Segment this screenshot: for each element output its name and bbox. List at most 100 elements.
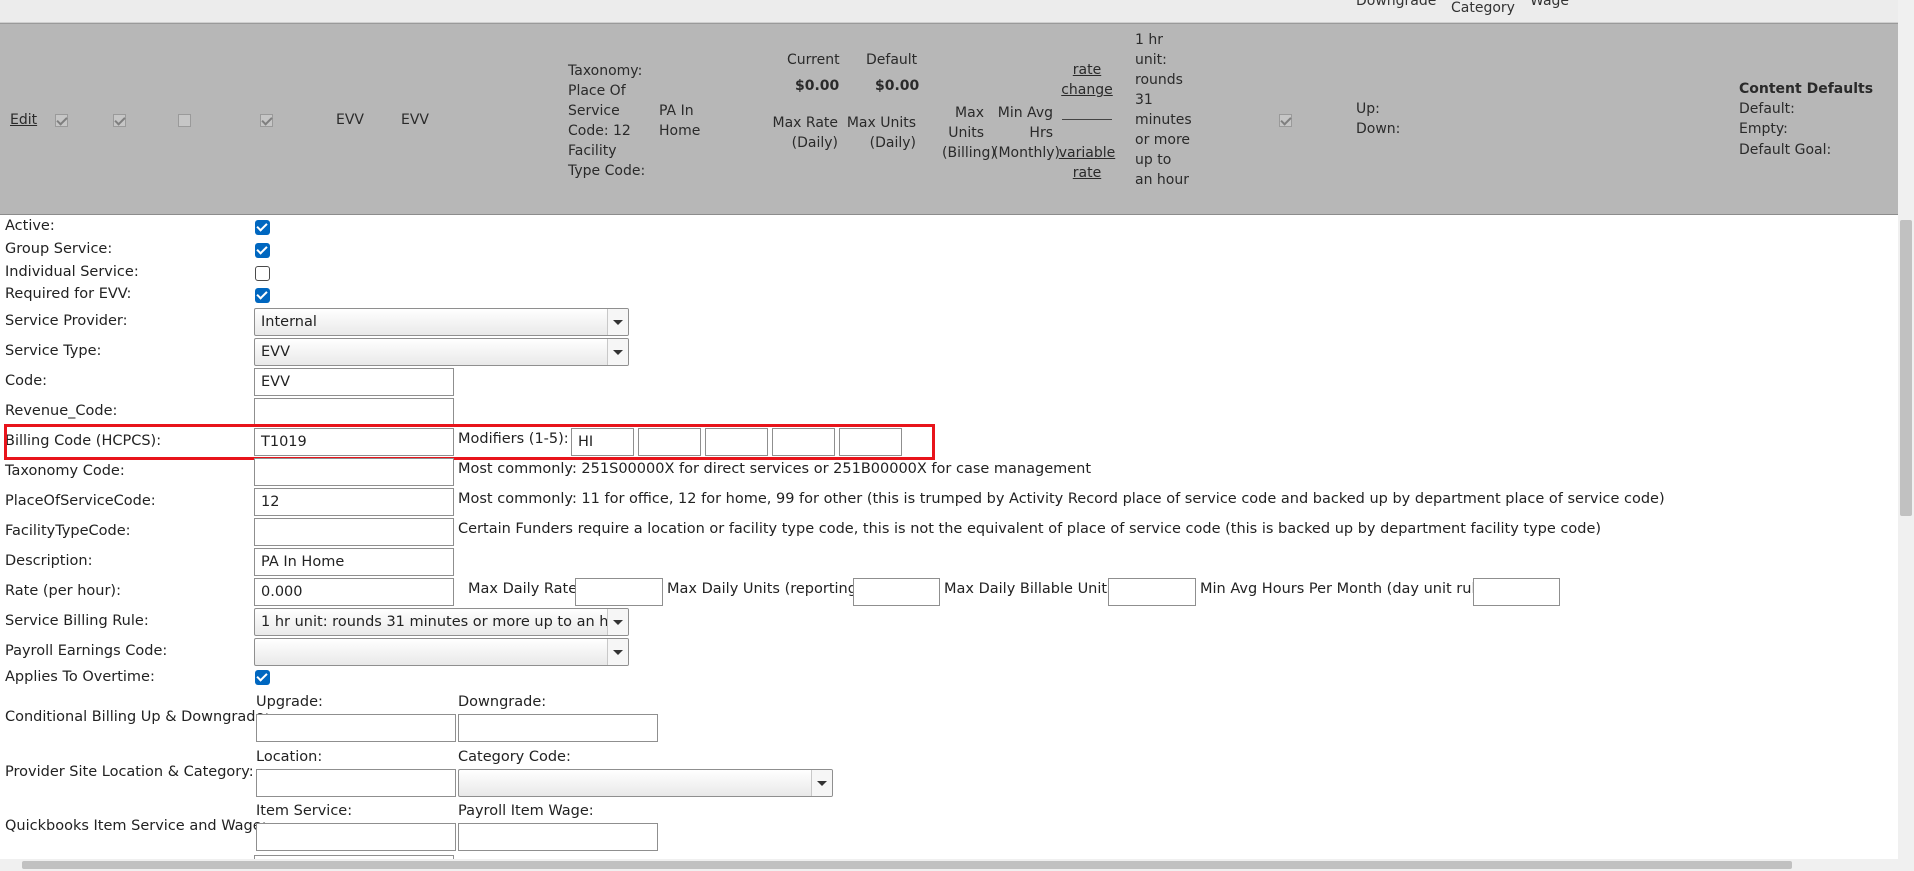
billing-code-highlight-box — [4, 424, 935, 460]
min-avg-hours-label: Min Avg Hours Per Month (day unit rule): — [1200, 581, 1495, 597]
downgrade-input[interactable] — [458, 714, 658, 742]
max-daily-units-input[interactable] — [853, 578, 940, 606]
rate-label: Rate (per hour): — [5, 583, 121, 599]
summary-taxonomy-block: Taxonomy: Place Of Service Code: 12 Faci… — [568, 63, 646, 179]
upgrade-input[interactable] — [256, 714, 456, 742]
group-service-label: Group Service: — [5, 241, 113, 257]
item-service-input[interactable] — [256, 823, 456, 851]
payroll-earnings-label: Payroll Earnings Code: — [5, 643, 168, 659]
payroll-item-wage-label: Payroll Item Wage: — [458, 803, 594, 819]
service-summary-row: Edit EVV EVV Taxonomy: Place Of Service … — [0, 23, 1898, 215]
current-rate-label: Current — [787, 52, 840, 68]
summary-active-checkbox — [55, 114, 68, 127]
description-label: Description: — [5, 553, 93, 569]
place-of-service-input[interactable]: 12 — [254, 488, 454, 516]
horizontal-scroll-thumb[interactable] — [22, 861, 1792, 869]
chevron-down-icon — [607, 639, 628, 665]
taxonomy-hint: Most commonly: 251S00000X for direct ser… — [458, 461, 1092, 477]
individual-service-checkbox[interactable] — [255, 266, 270, 281]
rate-change-link[interactable]: rate change — [1057, 60, 1117, 100]
chevron-down-icon — [607, 609, 628, 635]
max-billable-units-input[interactable] — [1108, 578, 1196, 606]
max-units-daily: Max Units (Daily) — [846, 115, 916, 151]
required-evv-label: Required for EVV: — [5, 286, 132, 302]
revenue-code-input[interactable] — [254, 398, 454, 426]
max-daily-rate-label: Max Daily Rate: — [468, 581, 583, 597]
previous-header-strip: Downgrade Category Wage — [0, 0, 1898, 23]
summary-evv-checkbox — [260, 114, 273, 127]
billing-rule-label: Service Billing Rule: — [5, 613, 149, 629]
facility-type-hint: Certain Funders require a location or fa… — [458, 521, 1602, 537]
default-rate-value: $0.00 — [875, 78, 920, 94]
rate-divider — [1062, 119, 1112, 120]
content-defaults-heading: Content Defaults — [1739, 81, 1874, 97]
provider-site-label: Provider Site Location & Category: — [5, 764, 254, 780]
content-empty: Empty: — [1739, 121, 1788, 137]
max-daily-rate-input[interactable] — [575, 578, 663, 606]
category-code-select[interactable] — [458, 769, 833, 797]
payroll-item-wage-input[interactable] — [458, 823, 658, 851]
content-default-goal: Default Goal: — [1739, 142, 1832, 158]
service-provider-label: Service Provider: — [5, 313, 128, 329]
summary-group-checkbox — [113, 114, 126, 127]
header-wage: Wage — [1530, 0, 1570, 9]
quickbooks-label: Quickbooks Item Service and Wage: — [5, 818, 267, 834]
required-evv-checkbox[interactable] — [255, 288, 270, 303]
chevron-down-icon — [607, 309, 628, 335]
chevron-down-icon — [607, 339, 628, 365]
horizontal-scrollbar[interactable] — [0, 859, 1898, 871]
individual-service-label: Individual Service: — [5, 264, 139, 280]
facility-type-input[interactable] — [254, 518, 454, 546]
overtime-checkbox[interactable] — [255, 670, 270, 685]
max-rate-daily: Max Rate (Daily) — [772, 115, 839, 151]
location-label: Location: — [256, 749, 323, 765]
upgrade-label: Upgrade: — [256, 694, 323, 710]
summary-overtime-checkbox — [1279, 114, 1292, 127]
taxonomy-code-label: Taxonomy Code: — [5, 463, 125, 479]
facility-type-label: FacilityTypeCode: — [5, 523, 131, 539]
place-of-service-label: PlaceOfServiceCode: — [5, 493, 156, 509]
conditional-billing-label: Conditional Billing Up & Downgrade: — [5, 709, 270, 725]
code-label: Code: — [5, 373, 48, 389]
rate-input[interactable]: 0.000 — [254, 578, 454, 606]
location-input[interactable] — [256, 769, 456, 797]
header-downgrade: Downgrade — [1356, 0, 1437, 9]
active-checkbox[interactable] — [255, 220, 270, 235]
summary-code: EVV — [401, 112, 429, 128]
group-service-checkbox[interactable] — [255, 243, 270, 258]
overtime-label: Applies To Overtime: — [5, 669, 155, 685]
content-default: Default: — [1739, 101, 1795, 117]
downgrade-label: Downgrade: — [458, 694, 547, 710]
service-type-label: Service Type: — [5, 343, 102, 359]
active-label: Active: — [5, 218, 55, 234]
summary-down: Down: — [1356, 121, 1401, 137]
summary-individual-checkbox — [178, 114, 191, 127]
summary-service-type: EVV — [336, 112, 364, 128]
category-code-label: Category Code: — [458, 749, 571, 765]
taxonomy-code-input[interactable] — [254, 458, 454, 486]
default-rate-label: Default — [866, 52, 918, 68]
billing-rule-select[interactable]: 1 hr unit: rounds 31 minutes or more up … — [254, 608, 629, 636]
header-category: Category — [1451, 0, 1515, 16]
vertical-scroll-thumb[interactable] — [1900, 220, 1912, 516]
code-input[interactable]: EVV — [254, 368, 454, 396]
service-type-select[interactable]: EVV — [254, 338, 629, 366]
min-avg-hours-input[interactable] — [1473, 578, 1560, 606]
vertical-scrollbar[interactable] — [1898, 0, 1914, 871]
variable-rate-link[interactable]: variable rate — [1057, 143, 1117, 183]
min-avg-hrs-monthly: Min Avg Hrs (Monthly) — [993, 105, 1060, 161]
max-units-billing: Max Units (Billing) — [942, 105, 996, 161]
summary-up: Up: — [1356, 101, 1380, 117]
service-provider-select[interactable]: Internal — [254, 308, 629, 336]
revenue-code-label: Revenue_Code: — [5, 403, 118, 419]
description-input[interactable]: PA In Home — [254, 548, 454, 576]
summary-billing-rule: 1 hr unit: rounds 31 minutes or more up … — [1135, 32, 1192, 188]
chevron-down-icon — [811, 770, 832, 796]
current-rate-value: $0.00 — [795, 78, 840, 94]
payroll-earnings-select[interactable] — [254, 638, 629, 666]
item-service-label: Item Service: — [256, 803, 353, 819]
edit-link[interactable]: Edit — [10, 112, 37, 128]
summary-description: PA In Home — [659, 103, 701, 139]
place-of-service-hint: Most commonly: 11 for office, 12 for hom… — [458, 491, 1665, 507]
max-billable-units-label: Max Daily Billable Units: — [944, 581, 1120, 597]
